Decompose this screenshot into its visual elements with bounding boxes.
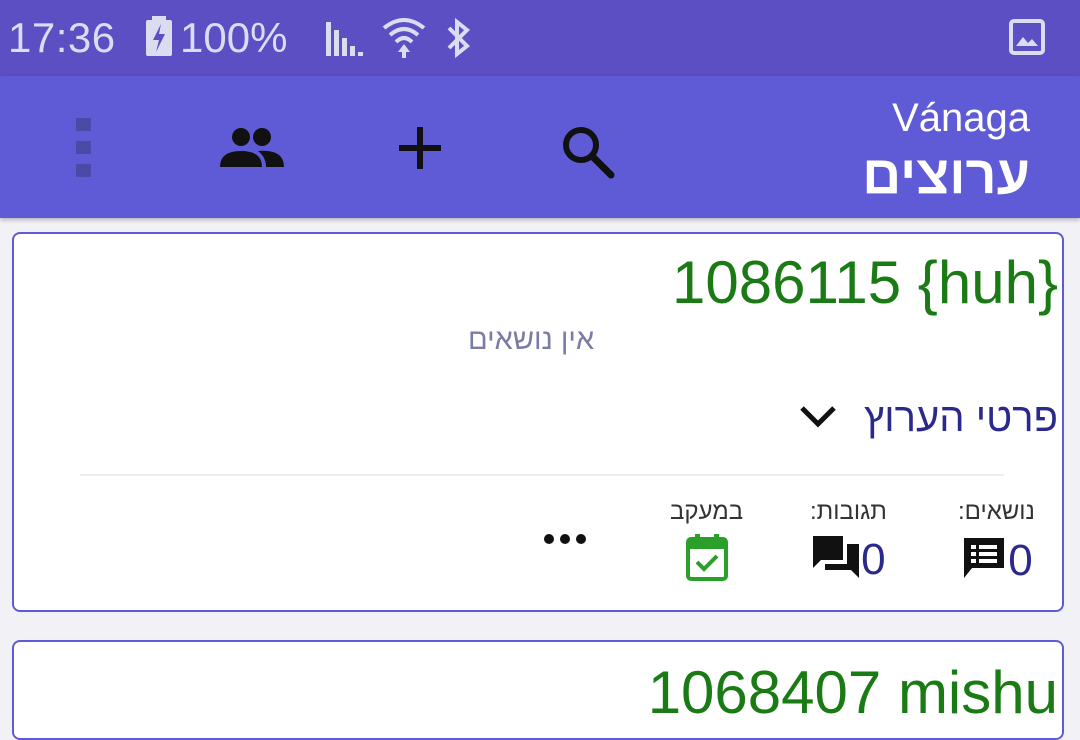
battery-percentage: 100%: [180, 14, 288, 61]
add-icon[interactable]: [388, 116, 452, 180]
channel-details-toggle[interactable]: פרטי הערוץ: [798, 396, 1058, 441]
channel-title[interactable]: 1068407 mishu: [648, 658, 1058, 727]
app-subtitle: Vánaga: [892, 96, 1030, 140]
status-time: 17:36: [8, 14, 116, 61]
event-available-icon[interactable]: [685, 534, 729, 587]
channel-card[interactable]: 1086115 {huh} אין נושאים פרטי הערוץ נושא…: [12, 232, 1064, 612]
topics-count: 0: [1008, 535, 1033, 585]
channel-details-label: פרטי הערוץ: [864, 396, 1058, 440]
people-icon[interactable]: [212, 116, 292, 180]
replies-stat: תגובות: 0: [810, 498, 887, 585]
replies-count: 0: [861, 534, 886, 584]
battery-charging-icon: [144, 16, 174, 61]
more-vert-icon[interactable]: [60, 112, 108, 182]
chevron-down-icon[interactable]: [798, 402, 838, 435]
wifi-icon: [382, 16, 426, 63]
divider: [80, 474, 1004, 476]
page-title: ערוצים: [862, 145, 1030, 205]
status-bar: 17:36 100%: [0, 0, 1080, 76]
signal-icon: [324, 20, 364, 61]
replies-label: תגובות:: [810, 498, 887, 525]
no-topics-text: אין נושאים: [468, 324, 595, 356]
more-horiz-icon[interactable]: [544, 534, 586, 544]
bluetooth-icon: [443, 17, 473, 63]
app-bar: Vánaga ערוצים: [0, 76, 1080, 218]
topics-icon: [960, 534, 1008, 587]
topics-stat: נושאים: 0: [958, 498, 1035, 587]
tracking-stat[interactable]: במעקב: [670, 498, 743, 587]
topics-label: נושאים:: [958, 498, 1035, 525]
image-icon: [1008, 18, 1046, 61]
forum-icon: [811, 534, 861, 585]
tracking-label: במעקב: [670, 498, 744, 525]
channel-title[interactable]: 1086115 {huh}: [672, 248, 1058, 317]
search-icon[interactable]: [552, 116, 622, 186]
channel-card[interactable]: 1068407 mishu: [12, 640, 1064, 740]
